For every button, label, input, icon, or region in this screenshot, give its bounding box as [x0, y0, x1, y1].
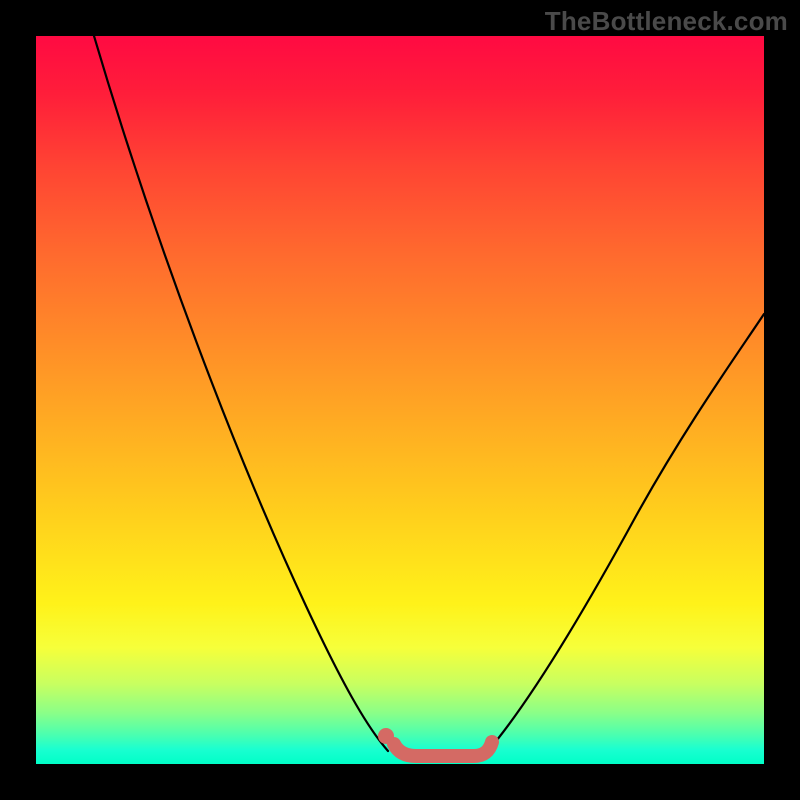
curve-left-branch	[94, 36, 388, 751]
curve-flat-bottom	[394, 742, 492, 756]
watermark-text: TheBottleneck.com	[545, 6, 788, 37]
chart-frame: TheBottleneck.com	[0, 0, 800, 800]
chart-plot-area	[36, 36, 764, 764]
curve-right-branch	[488, 314, 764, 751]
chart-svg	[36, 36, 764, 764]
